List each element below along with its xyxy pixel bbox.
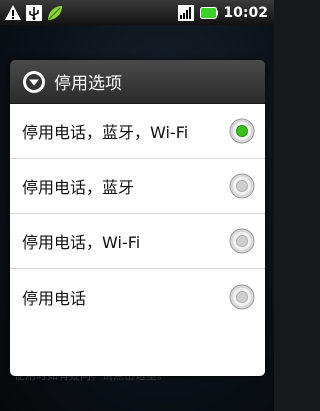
- chevron-down-circle-icon: [23, 70, 45, 93]
- status-time: 10:02: [223, 4, 268, 21]
- option-label: 停用电话: [22, 288, 87, 308]
- warning-icon: [5, 4, 21, 20]
- signal-icon: [178, 4, 195, 21]
- dialog-header: 停用选项: [10, 60, 265, 104]
- option-disable-phone[interactable]: 停用电话: [10, 269, 265, 324]
- radio-unselected-icon[interactable]: [229, 284, 255, 310]
- option-label: 停用电话，蓝牙: [22, 178, 135, 197]
- usb-icon: [26, 4, 42, 21]
- dialog-title: 停用选项: [54, 74, 122, 94]
- option-label: 停用电话，蓝牙，Wi-Fi: [22, 123, 189, 142]
- dialog-options-list: 停用电话，蓝牙，Wi-Fi 停用电话，蓝牙 停用电话，Wi-Fi 停用电话: [10, 104, 265, 376]
- option-disable-phone-wifi[interactable]: 停用电话，Wi-Fi: [10, 214, 265, 269]
- leaf-notification-icon: [48, 5, 62, 20]
- radio-unselected-icon[interactable]: [229, 173, 255, 199]
- option-disable-phone-bluetooth-wifi[interactable]: 停用电话，蓝牙，Wi-Fi: [10, 104, 265, 159]
- option-disable-phone-bluetooth[interactable]: 停用电话，蓝牙: [10, 159, 265, 214]
- disable-options-dialog: 停用选项 停用电话，蓝牙，Wi-Fi 停用电话，蓝牙 停用电话，Wi-Fi 停用…: [10, 60, 265, 376]
- option-label: 停用电话，Wi-Fi: [22, 233, 141, 252]
- battery-icon: [200, 6, 219, 19]
- radio-selected-icon[interactable]: [229, 118, 255, 144]
- radio-unselected-icon[interactable]: [229, 228, 255, 254]
- status-bar: 10:02: [0, 0, 274, 25]
